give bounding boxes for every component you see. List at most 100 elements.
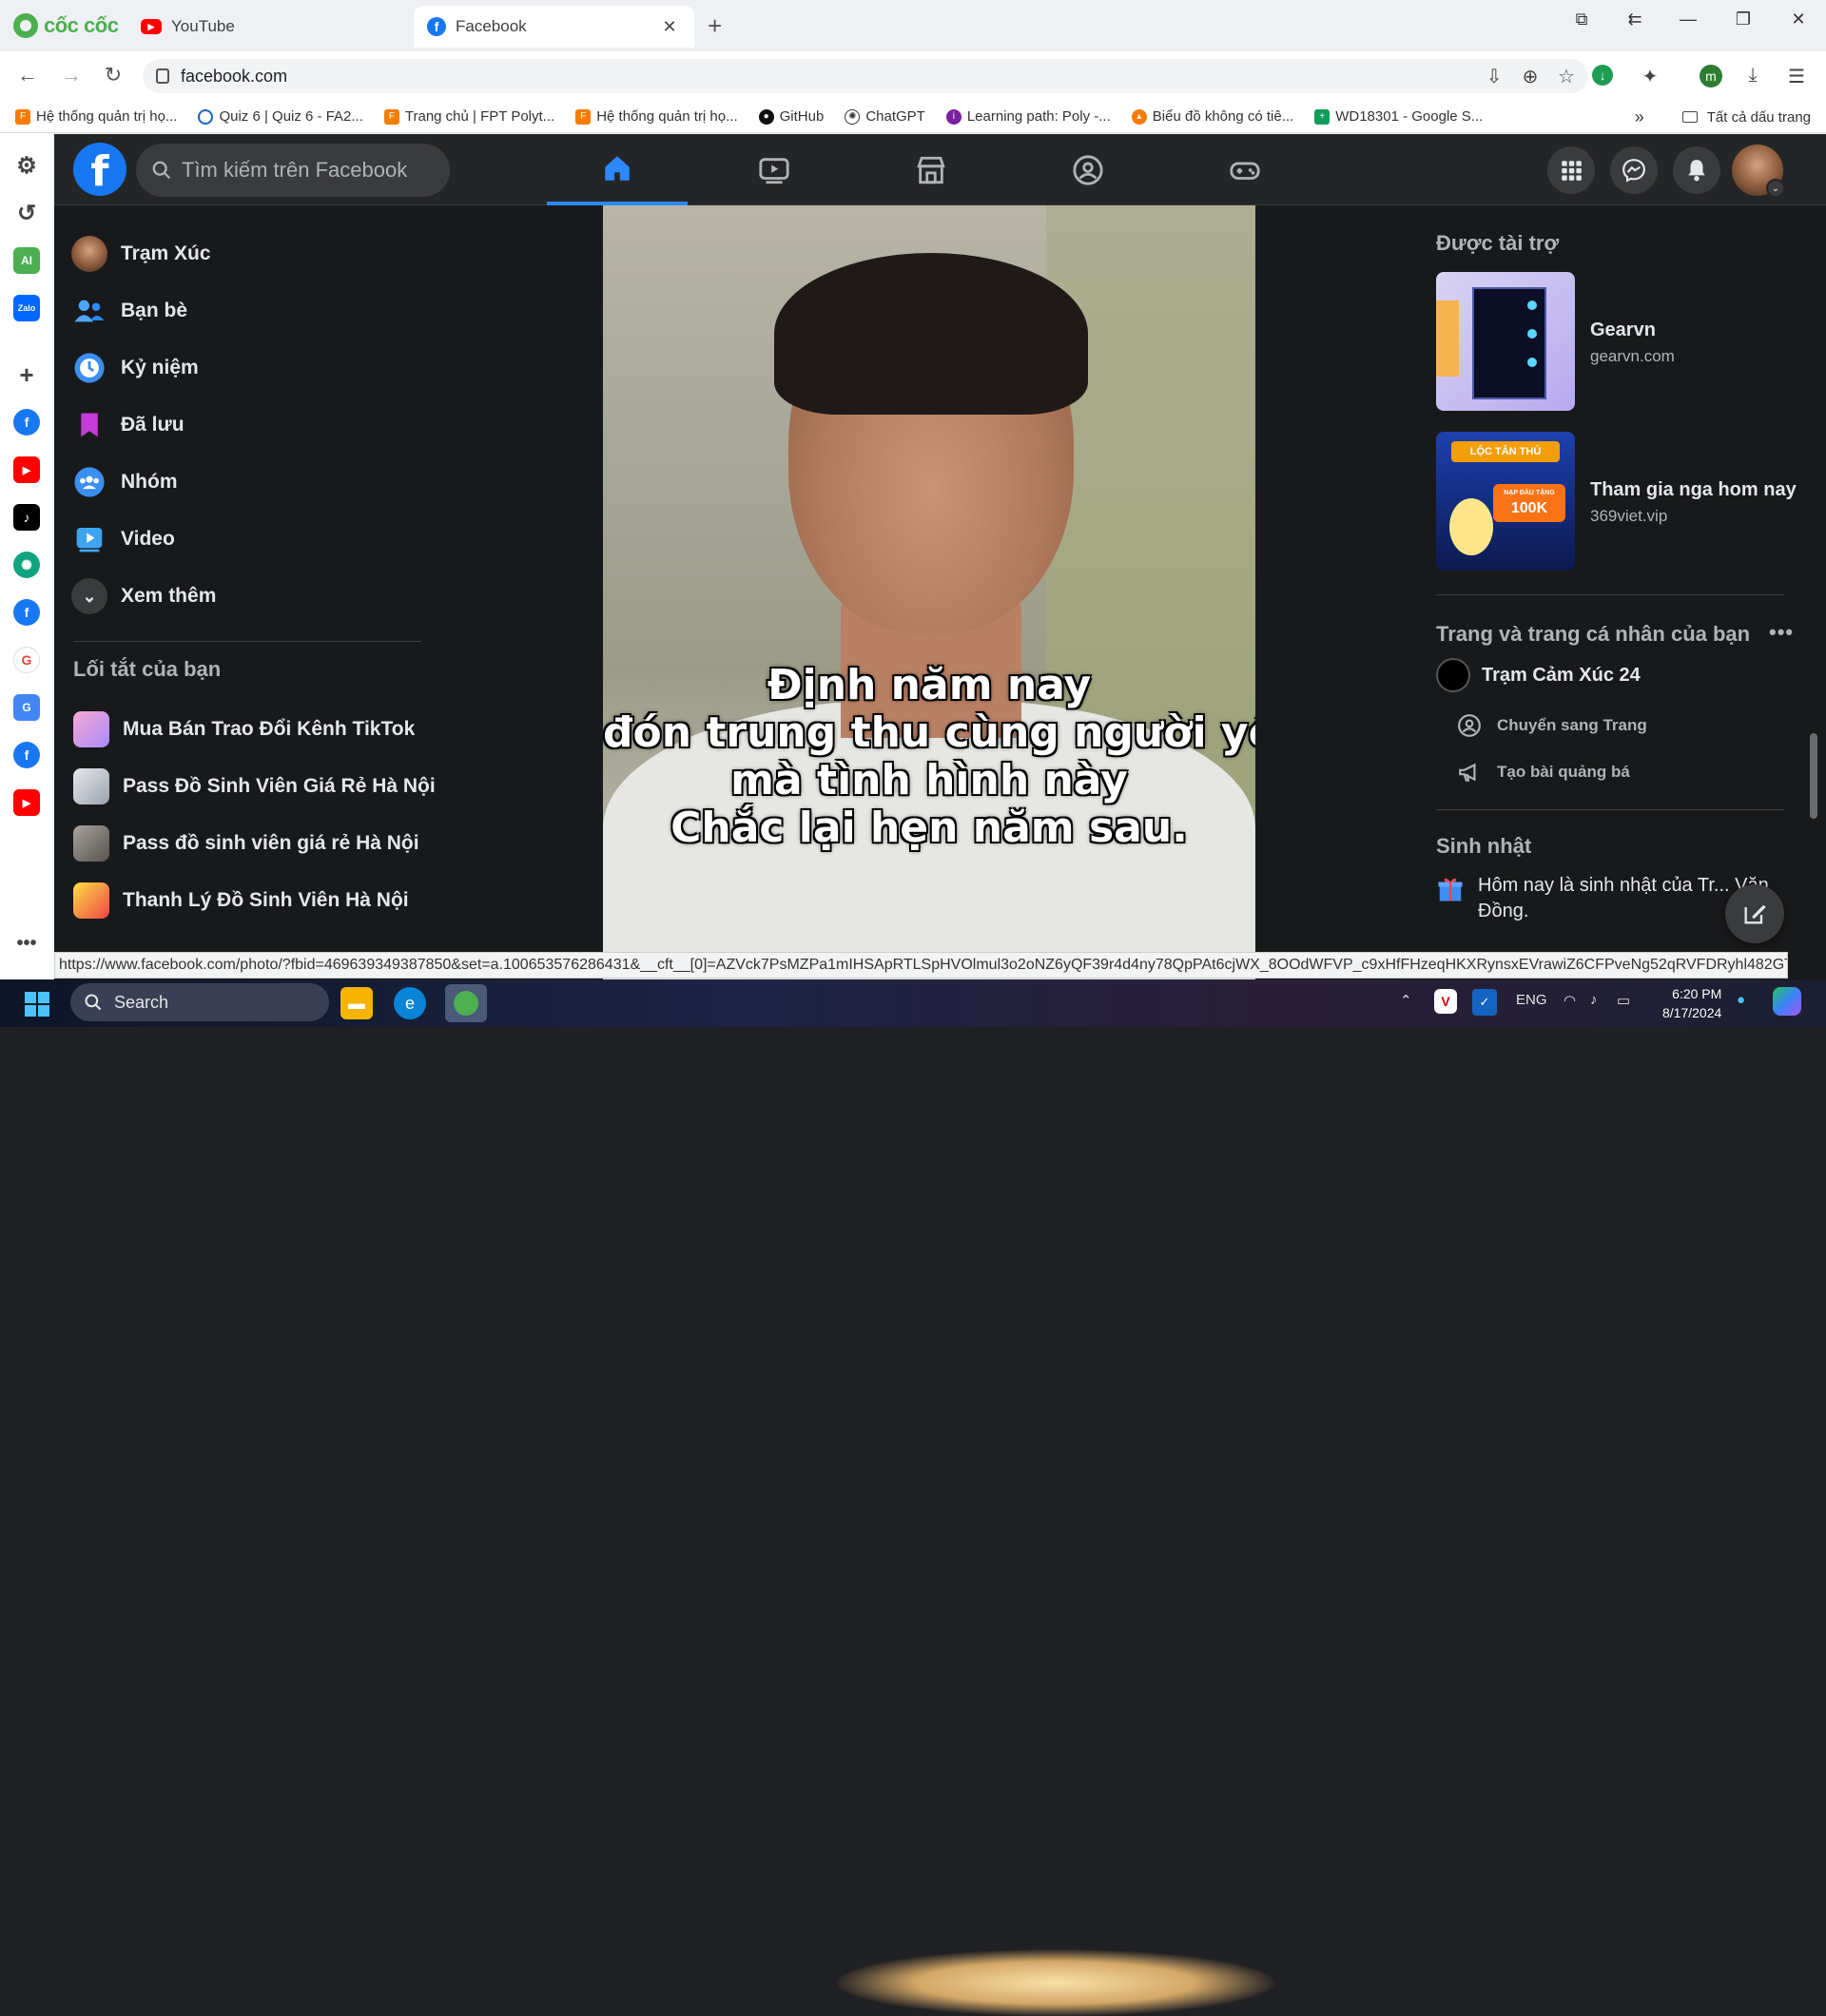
shortcut-item[interactable]: Mua Bán Trao Đổi Kênh TikTok [73, 701, 415, 758]
google-translate-icon[interactable]: G [13, 694, 40, 721]
profile-avatar-button[interactable]: m [1700, 65, 1722, 87]
reload-button[interactable]: ↻ [99, 63, 127, 87]
account-avatar[interactable]: ⌄ [1732, 145, 1785, 198]
ad-369viet[interactable]: LỘC TÂN THỦ NẠP ĐẦU TẶNG 100K Tham gia n… [1436, 432, 1797, 571]
bookmark-item[interactable]: Quiz 6 | Quiz 6 - FA2... [198, 108, 363, 125]
forward-button[interactable]: → [57, 63, 86, 87]
install-app-icon[interactable]: ⇩ [1482, 65, 1506, 88]
facebook-search[interactable] [136, 144, 450, 197]
notification-bell-icon[interactable]: ● [1737, 992, 1745, 1008]
zoom-icon[interactable]: ⊕ [1518, 65, 1543, 88]
notifications-button[interactable] [1673, 146, 1720, 194]
close-window-button[interactable]: ✕ [1784, 10, 1813, 29]
page-item[interactable]: Trạm Cảm Xúc 24 [1436, 658, 1641, 692]
menu-icon[interactable]: ☰ [1784, 65, 1809, 88]
messenger-button[interactable] [1610, 146, 1658, 194]
facebook-icon[interactable]: f [13, 409, 40, 436]
tab-groups[interactable] [1018, 134, 1158, 205]
chevron-up-icon[interactable]: ⌃ [1400, 992, 1412, 1009]
language-indicator[interactable]: ENG [1516, 992, 1547, 1008]
nav-item-video[interactable]: Video [64, 511, 416, 568]
tab-facebook[interactable]: f Facebook ✕ [414, 6, 694, 48]
tiktok-icon[interactable]: ♪ [13, 504, 40, 531]
savior-download-icon[interactable]: ↓ [1592, 65, 1613, 86]
nav-item-profile[interactable]: Trạm Xúc [64, 225, 416, 282]
bookmark-item[interactable]: ● GitHub [758, 108, 824, 125]
scrollbar-thumb[interactable] [1810, 733, 1817, 819]
restore-button[interactable]: ❐ [1729, 10, 1758, 29]
switch-to-page-button[interactable]: Chuyển sang Trang [1457, 713, 1647, 738]
site-info-icon[interactable] [156, 68, 169, 84]
bookmark-item[interactable]: F Hệ thống quản trị họ... [15, 108, 177, 125]
coccoc-taskbar-icon[interactable] [445, 984, 487, 1022]
system-clock[interactable]: 6:20 PM 8/17/2024 [1662, 984, 1721, 1022]
tab-video[interactable] [704, 134, 845, 205]
zalo-icon[interactable]: Zalo [13, 295, 40, 321]
bookmarks-bar: F Hệ thống quản trị họ... Quiz 6 | Quiz 6… [0, 101, 1826, 133]
address-bar[interactable]: facebook.com [143, 59, 1588, 93]
screen-capture-icon[interactable]: ⧉ [1567, 10, 1596, 29]
more-options-icon[interactable]: ••• [1769, 620, 1794, 645]
divider [1436, 809, 1784, 810]
gaming-icon [1230, 162, 1260, 180]
shortcut-item[interactable]: Thanh Lý Đồ Sinh Viên Hà Nội [73, 872, 409, 929]
taskbar-search[interactable]: Search [70, 983, 329, 1021]
chevron-right-icon[interactable]: » [1635, 107, 1644, 127]
ai-icon[interactable]: AI [13, 247, 40, 274]
more-icon[interactable]: ••• [13, 930, 40, 957]
tab-home[interactable] [547, 134, 688, 205]
bookmark-item[interactable]: F Trang chủ | FPT Polyt... [383, 108, 554, 125]
tab-youtube[interactable]: ▶ YouTube [127, 6, 403, 48]
add-icon[interactable]: + [13, 360, 40, 389]
file-explorer-icon[interactable]: ▬ [340, 987, 373, 1019]
bookmark-item[interactable]: F Hệ thống quản trị họ... [575, 108, 738, 125]
youtube-icon[interactable]: ▶ [13, 456, 40, 483]
nav-item-friends[interactable]: Bạn bè [64, 282, 416, 339]
chatgpt-icon[interactable]: ✺ [13, 552, 40, 578]
nav-item-saved[interactable]: Đã lưu [64, 397, 416, 454]
shortcut-item[interactable]: Pass Đồ Sinh Viên Giá Rẻ Hà Nội [73, 758, 436, 815]
bookmark-star-icon[interactable]: ☆ [1554, 65, 1579, 88]
facebook-icon[interactable]: f [13, 599, 40, 626]
menu-button[interactable] [1547, 146, 1595, 194]
nav-item-groups[interactable]: Nhóm [64, 454, 416, 511]
youtube-icon[interactable]: ▶ [13, 789, 40, 816]
vietkey-icon[interactable]: V [1434, 989, 1457, 1014]
ad-gearvn[interactable]: Gearvn gearvn.com [1436, 272, 1797, 411]
windows-start-icon[interactable] [25, 992, 49, 1017]
facebook-icon[interactable]: f [13, 742, 40, 768]
bookmark-item[interactable]: ✺ ChatGPT [845, 108, 925, 125]
new-message-button[interactable] [1725, 884, 1784, 943]
nav-item-memories[interactable]: Kỷ niệm [64, 339, 416, 397]
settings-icon[interactable]: ⚙ [13, 152, 40, 179]
bookmark-item[interactable]: ▴ Biểu đồ không có tiê... [1131, 108, 1293, 125]
nav-item-see-more[interactable]: ⌄ Xem thêm [64, 568, 416, 625]
history-icon[interactable]: ↺ [13, 200, 40, 226]
tab-gaming[interactable] [1175, 134, 1315, 205]
security-shield-icon[interactable]: ✓ [1472, 989, 1497, 1016]
close-icon[interactable]: ✕ [658, 17, 681, 37]
copilot-icon[interactable] [1773, 987, 1801, 1016]
create-promotion-button[interactable]: Tạo bài quảng bá [1457, 760, 1630, 785]
minimize-button[interactable]: — [1674, 10, 1702, 29]
wifi-icon[interactable]: ◠ [1564, 992, 1576, 1009]
google-icon[interactable]: G [13, 647, 40, 673]
battery-icon[interactable]: ▭ [1617, 992, 1630, 1009]
facebook-logo[interactable]: f [73, 143, 126, 196]
fpt-icon: F [15, 108, 30, 125]
bookmark-item[interactable]: i Learning path: Poly -... [945, 108, 1111, 125]
volume-icon[interactable]: ♪ [1590, 992, 1598, 1008]
search-input[interactable] [182, 158, 429, 183]
coccoc-logo[interactable]: cốc cốc [13, 11, 119, 40]
tab-marketplace[interactable] [861, 134, 1001, 205]
sidebar-toggle-icon[interactable]: ⇇ [1621, 10, 1649, 29]
shortcut-item[interactable]: Pass đồ sinh viên giá rẻ Hà Nội [73, 815, 419, 872]
extensions-icon[interactable]: ✦ [1638, 65, 1662, 88]
edge-icon[interactable]: e [394, 987, 426, 1019]
back-button[interactable]: ← [13, 63, 42, 87]
new-tab-button[interactable]: + [708, 11, 722, 41]
bookmark-item[interactable]: + WD18301 - Google S... [1314, 108, 1483, 125]
downloads-icon[interactable]: ⤓ [1740, 65, 1765, 87]
all-bookmarks-link[interactable]: Tất cả dấu trang [1707, 109, 1811, 126]
photo-viewer[interactable]: Định năm nay đón trung thu cùng người yê… [603, 205, 1255, 980]
